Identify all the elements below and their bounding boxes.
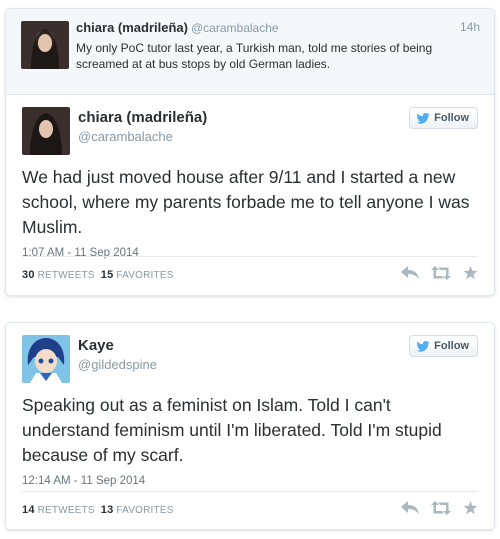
favorite-icon[interactable] (463, 501, 478, 515)
reply-icon[interactable] (401, 266, 419, 280)
follow-button-label: Follow (434, 340, 469, 352)
favorite-count[interactable]: 15 (101, 269, 114, 281)
twitter-bird-icon (416, 112, 430, 124)
tweet-header: chiara (madrileña) @carambalache Follow (22, 95, 478, 157)
main-tweet: chiara (madrileña) @carambalache Follow … (6, 95, 494, 259)
favorite-count[interactable]: 13 (101, 504, 114, 516)
tweet-timestamp[interactable]: 12:14 AM - 11 Sep 2014 (22, 475, 478, 487)
author-name[interactable]: chiara (madrileña) (78, 109, 207, 126)
retweet-count[interactable]: 30 (22, 269, 35, 281)
tweet-card-1: chiara (madrileña) @carambalache 14h My o… (5, 8, 495, 296)
tweet-card-2: Kaye @gildedspine Follow Speaking out as… (5, 322, 495, 530)
twitter-bird-icon (416, 340, 430, 352)
retweet-count-label: RETWEETS (37, 505, 95, 516)
tweet-actions (401, 266, 478, 280)
parent-tweet-text: My only PoC tutor last year, a Turkish m… (76, 41, 433, 71)
main-tweet: Kaye @gildedspine Follow Speaking out as… (6, 323, 494, 487)
parent-time[interactable]: 14h (460, 20, 480, 34)
author-name[interactable]: Kaye (78, 337, 114, 354)
tweet-stats: 14 RETWEETS 13 FAVORITES (22, 504, 174, 516)
retweet-count[interactable]: 14 (22, 504, 35, 516)
author-handle[interactable]: @carambalache (78, 129, 173, 144)
tweet-actions (401, 501, 478, 515)
tweet-header: Kaye @gildedspine Follow (22, 323, 478, 385)
author-handle[interactable]: @gildedspine (78, 357, 157, 372)
favorite-icon[interactable] (463, 266, 478, 280)
tweet-footer: 14 RETWEETS 13 FAVORITES (22, 491, 478, 529)
avatar[interactable] (22, 335, 70, 383)
retweet-icon[interactable] (431, 266, 451, 280)
parent-author-name[interactable]: chiara (madrileña) (76, 20, 188, 35)
tweet-stats: 30 RETWEETS 15 FAVORITES (22, 269, 174, 281)
retweet-count-label: RETWEETS (37, 270, 95, 281)
retweet-icon[interactable] (431, 501, 451, 515)
follow-button[interactable]: Follow (409, 335, 478, 357)
parent-tweet[interactable]: chiara (madrileña) @carambalache 14h My o… (6, 9, 494, 95)
avatar[interactable] (22, 107, 70, 155)
tweet-footer: 30 RETWEETS 15 FAVORITES (22, 256, 478, 295)
reply-icon[interactable] (401, 501, 419, 515)
favorite-count-label: FAVORITES (116, 270, 174, 281)
tweet-text: Speaking out as a feminist on Islam. Tol… (22, 395, 442, 465)
follow-button[interactable]: Follow (409, 107, 478, 129)
tweet-text: We had just moved house after 9/11 and I… (22, 167, 470, 237)
avatar[interactable] (21, 21, 69, 69)
parent-name-line: chiara (madrileña) @carambalache (76, 19, 480, 37)
parent-author-handle[interactable]: @carambalache (191, 21, 279, 35)
favorite-count-label: FAVORITES (116, 505, 174, 516)
follow-button-label: Follow (434, 112, 469, 124)
